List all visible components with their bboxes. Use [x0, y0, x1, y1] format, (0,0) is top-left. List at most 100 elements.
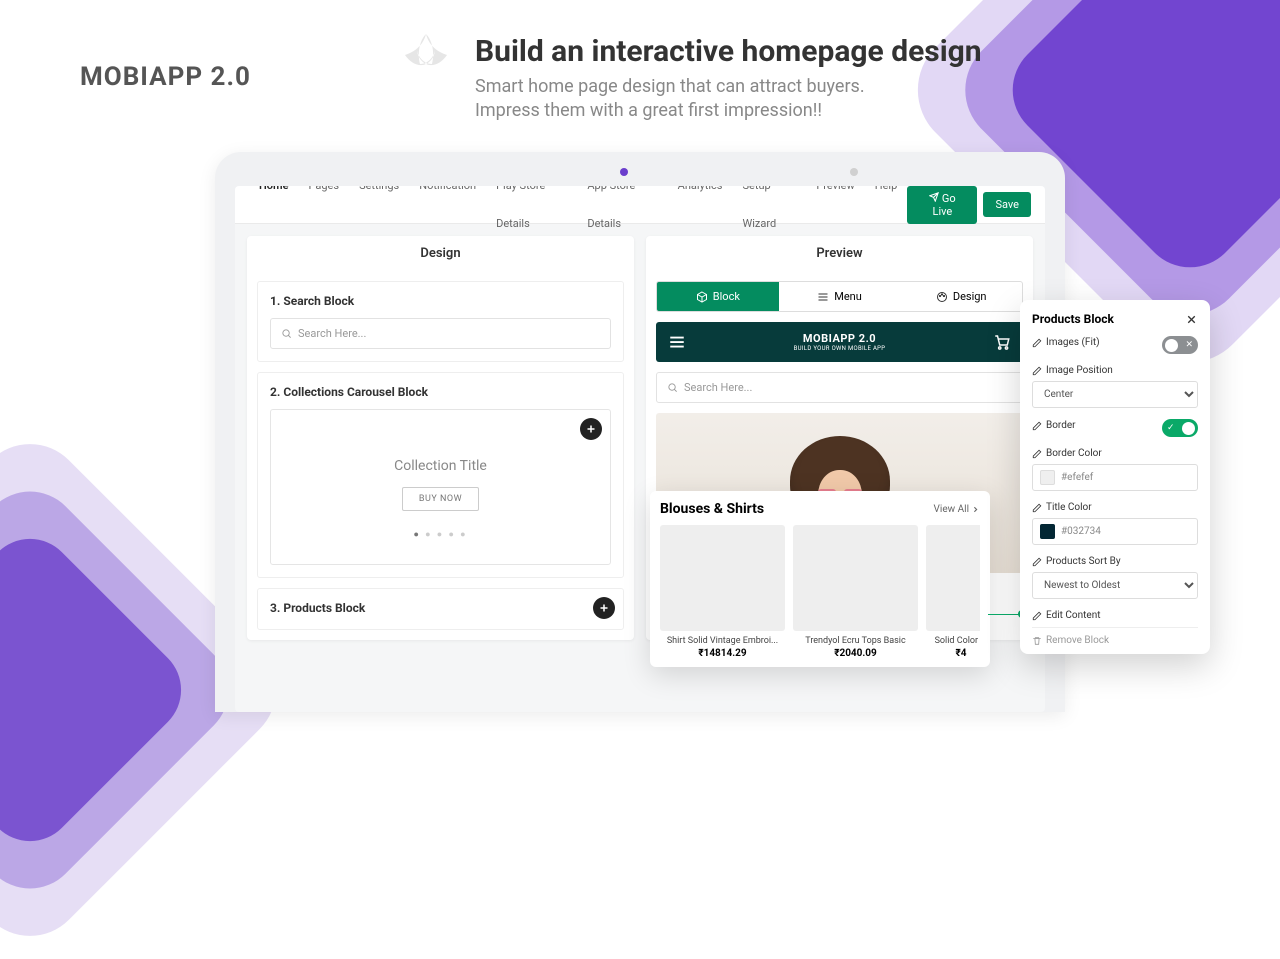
preview-panel-title: Preview [646, 236, 1033, 271]
image-position-label: Image Position [1046, 365, 1113, 376]
color-swatch [1040, 524, 1055, 539]
top-nav: HomePagesSettingsNotificationPlay Store … [235, 186, 1045, 224]
title-color-value: #032734 [1061, 526, 1101, 537]
page-heading: Build an interactive homepage design Sma… [475, 34, 982, 124]
border-color-label: Border Color [1046, 448, 1102, 459]
sort-by-label: Products Sort By [1046, 556, 1121, 567]
product-card[interactable]: Trendyol Ecru Tops Basic ₹2040.09 [793, 525, 918, 659]
remove-block-button[interactable]: Remove Block [1032, 627, 1198, 646]
title-color-input[interactable]: #032734 [1032, 518, 1198, 545]
search-block-card[interactable]: 1. Search Block Search Here... [257, 281, 624, 362]
nav-tab-help[interactable]: Help [865, 186, 908, 243]
search-block-field[interactable]: Search Here... [270, 318, 611, 349]
border-label: Border [1046, 420, 1076, 431]
chevron-right-icon [971, 505, 980, 514]
search-block-title: 1. Search Block [270, 294, 611, 308]
brand-logo: MOBIAPP 2.0 [80, 62, 251, 92]
close-icon[interactable] [1185, 313, 1198, 326]
product-card[interactable]: Shirt Solid Vintage Embroi... ₹14814.29 [660, 525, 785, 659]
settings-title: Products Block [1032, 312, 1114, 326]
tab-block-label: Block [713, 290, 740, 303]
edit-icon [1032, 366, 1042, 376]
tab-design[interactable]: Design [900, 282, 1022, 311]
products-heading: Blouses & Shirts [660, 501, 764, 517]
save-button[interactable]: Save [983, 192, 1031, 217]
edit-icon [1032, 611, 1042, 621]
view-all-link[interactable]: View All [934, 504, 980, 515]
plus-icon [585, 423, 597, 435]
nav-tab-pages[interactable]: Pages [299, 186, 350, 243]
preview-tabs: Block Menu Design [656, 281, 1023, 312]
headline-title: Build an interactive homepage design [475, 34, 982, 69]
edit-icon [1032, 503, 1042, 513]
cube-icon [696, 291, 708, 303]
search-block-placeholder: Search Here... [298, 327, 366, 340]
nav-tab-play-store-details[interactable]: Play Store Details [486, 186, 577, 243]
design-panel: Design 1. Search Block Search Here... 2.… [247, 236, 634, 640]
edit-icon [1032, 449, 1042, 459]
add-collection-button[interactable] [580, 418, 602, 440]
appbar-brand-sub: BUILD YOUR OWN MOBILE APP [794, 345, 886, 352]
sort-by-select[interactable]: Newest to Oldest [1032, 572, 1198, 599]
color-swatch [1040, 470, 1055, 485]
preview-search[interactable]: Search Here... [656, 372, 1023, 403]
hamburger-icon[interactable] [668, 333, 686, 351]
product-card[interactable]: Solid Color ... ₹4 [926, 525, 980, 659]
nav-tab-settings[interactable]: Settings [349, 186, 409, 243]
product-name: Solid Color ... [926, 636, 980, 646]
border-color-value: #efefef [1061, 472, 1093, 483]
tab-menu[interactable]: Menu [779, 282, 901, 311]
cart-icon[interactable] [993, 333, 1011, 351]
nav-tab-notification[interactable]: Notification [409, 186, 486, 243]
product-image [793, 525, 918, 631]
block-settings-panel: Products Block Images (Fit) ✕ Image Posi… [1020, 300, 1210, 654]
menu-icon [817, 291, 829, 303]
collection-title: Collection Title [281, 458, 600, 474]
tab-design-label: Design [953, 290, 987, 303]
product-price: ₹2040.09 [793, 648, 918, 659]
border-toggle[interactable]: ✓ [1162, 419, 1198, 437]
product-image [926, 525, 980, 631]
appbar-brand: MOBIAPP 2.0 BUILD YOUR OWN MOBILE APP [794, 332, 886, 352]
buy-now-button[interactable]: BUY NOW [402, 487, 479, 511]
nav-tab-app-store-details[interactable]: App Store Details [577, 186, 667, 243]
tab-block[interactable]: Block [657, 282, 779, 311]
carousel-block-card[interactable]: 2. Collections Carousel Block Collection… [257, 372, 624, 578]
nav-tab-setup-wizard[interactable]: Setup Wizard [732, 186, 806, 243]
edit-icon [1032, 557, 1042, 567]
product-price: ₹14814.29 [660, 648, 785, 659]
collection-slot: Collection Title BUY NOW ● ● ● ● ● [270, 409, 611, 565]
product-name: Trendyol Ecru Tops Basic [793, 636, 918, 646]
images-fit-label: Images (Fit) [1046, 337, 1100, 348]
connector-line [988, 614, 1022, 615]
preview-appbar: MOBIAPP 2.0 BUILD YOUR OWN MOBILE APP [656, 322, 1023, 362]
border-color-input[interactable]: #efefef [1032, 464, 1198, 491]
image-position-select[interactable]: Center [1032, 381, 1198, 408]
appbar-brand-title: MOBIAPP 2.0 [794, 332, 886, 345]
images-fit-toggle[interactable]: ✕ [1162, 336, 1198, 354]
nav-tab-analytics[interactable]: Analytics [668, 186, 733, 243]
go-live-button[interactable]: Go Live [907, 186, 977, 224]
product-price: ₹4 [926, 648, 980, 659]
headline-sub-2: Impress them with a great first impressi… [475, 100, 822, 121]
add-product-button[interactable] [593, 597, 615, 619]
edit-content-label[interactable]: Edit Content [1046, 610, 1101, 621]
edit-icon [1032, 421, 1042, 431]
carousel-block-title: 2. Collections Carousel Block [270, 385, 611, 399]
product-name: Shirt Solid Vintage Embroi... [660, 636, 785, 646]
leaf-icon [390, 28, 462, 100]
title-color-label: Title Color [1046, 502, 1092, 513]
search-icon [281, 328, 292, 339]
carousel-dots[interactable]: ● ● ● ● ● [281, 529, 600, 540]
products-block-card[interactable]: 3. Products Block [257, 588, 624, 630]
headline-sub-1: Smart home page design that can attract … [475, 76, 865, 97]
trash-icon [1032, 636, 1042, 646]
nav-tab-home[interactable]: Home [249, 186, 299, 243]
design-panel-title: Design [247, 236, 634, 271]
plus-icon [598, 602, 610, 614]
palette-icon [936, 291, 948, 303]
preview-search-placeholder: Search Here... [684, 381, 752, 394]
nav-tab-preview[interactable]: Preview [806, 186, 864, 243]
search-icon [667, 382, 678, 393]
product-image [660, 525, 785, 631]
